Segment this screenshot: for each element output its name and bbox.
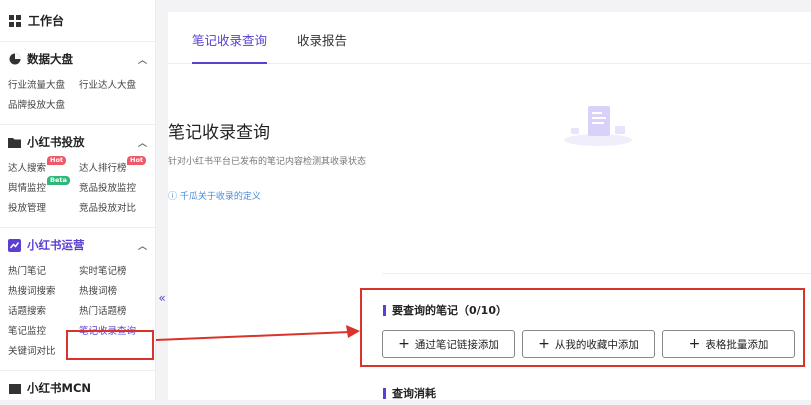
index-definition-link[interactable]: ⓘ 千瓜关于收录的定义 [168,189,811,202]
nav-industry-kol[interactable]: 行业达人大盘 [79,76,159,96]
chevron-up-icon[interactable]: ︿ [138,136,147,149]
batch-add-table-button[interactable]: + 表格批量添加 [662,330,795,358]
chevron-up-icon[interactable]: ︿ [138,53,147,66]
nav-keyword-compare[interactable]: 关键词对比 [8,342,79,362]
nav-placement-manage[interactable]: 投放管理 [8,199,79,219]
mcn-icon [8,382,21,395]
section-xhs-operation: 小红书运营 ︿ 热门笔记 实时笔记榜 热搜词搜索 热搜词榜 话题搜索 热门话题榜… [0,228,155,371]
hot-badge: Hot [47,156,67,165]
add-by-link-button[interactable]: + 通过笔记链接添加 [382,330,515,358]
plus-icon: + [398,336,410,352]
hot-badge: Hot [127,156,147,165]
nav-kol-ranking[interactable]: 达人排行榜 Hot [79,156,159,179]
nav-realtime-notes[interactable]: 实时笔记榜 [79,262,159,282]
nav-hot-search[interactable]: 热搜词搜索 [8,282,79,302]
section-label: 数据大盘 [27,52,73,66]
nav-note-monitor[interactable]: 笔记监控 [8,322,79,342]
section-title-xhs-operation[interactable]: 小红书运营 ︿ [0,228,155,262]
nav-competitor-compare[interactable]: 竞品投放对比 [79,199,159,219]
workbench-link[interactable]: 工作台 [0,0,155,42]
plus-icon: + [688,336,701,352]
nav-topic-search[interactable]: 话题搜索 [8,302,79,322]
chevron-up-icon[interactable]: ︿ [138,239,147,252]
section-label: 小红书运营 [27,238,85,252]
section-title-data-dashboard[interactable]: 数据大盘 ︿ [0,42,155,76]
query-notes-title: 要查询的笔记（0/10） [383,302,507,318]
pie-chart-icon [8,53,21,66]
plus-icon: + [538,336,550,352]
nav-industry-traffic[interactable]: 行业流量大盘 [8,76,79,96]
nav-hot-search-rank[interactable]: 热搜词榜 [79,282,159,302]
section-title-xhs-placement[interactable]: 小红书投放 ︿ [0,125,155,159]
hero-description: 针对小红书平台已发布的笔记内容检测其收录状态 [168,157,367,167]
section-xhs-placement: 小红书投放 ︿ 达人搜索 Hot 达人排行榜 Hot 舆情监控 Beta 竞品投放监控… [0,125,155,228]
tab-note-index-query[interactable]: 笔记收录查询 [192,12,268,64]
collapse-sidebar-button[interactable]: « [156,288,168,308]
title-accent-bar [383,304,386,316]
workbench-label: 工作台 [28,14,65,28]
beta-badge: Beta [47,176,70,185]
hero-title: 笔记收录查询 [168,123,270,143]
annotation-arrow-icon [155,325,360,341]
section-label: 小红书MCN [27,381,92,395]
nav-sentiment-monitor[interactable]: 舆情监控 Beta [8,176,79,199]
query-consumption-title: 查询消耗 [383,385,436,401]
nav-hot-notes[interactable]: 热门笔记 [8,262,79,282]
divider [382,273,811,274]
nav-brand-placement[interactable]: 品牌投放大盘 [8,96,79,116]
trend-chart-icon [8,238,21,252]
question-circle-icon: ⓘ [168,192,178,202]
nav-note-index-query[interactable]: 笔记收录查询 [79,322,159,342]
folder-icon [8,136,21,149]
section-data-dashboard: 数据大盘 ︿ 行业流量大盘 行业达人大盘 品牌投放大盘 [0,42,155,125]
section-label: 小红书投放 [27,135,85,149]
sidebar: 工作台 数据大盘 ︿ 行业流量大盘 行业达人大盘 品牌投放大盘 小红书投放 ︿ … [0,0,156,400]
tab-bar: 笔记收录查询 收录报告 [168,12,811,64]
nav-hot-topic-rank[interactable]: 热门话题榜 [79,302,159,322]
nav-competitor-monitor[interactable]: 竞品投放监控 [79,179,159,199]
title-accent-bar [383,387,386,399]
grid-icon [8,14,22,28]
add-from-favorites-button[interactable]: + 从我的收藏中添加 [522,330,655,358]
tab-index-report[interactable]: 收录报告 [297,12,347,64]
